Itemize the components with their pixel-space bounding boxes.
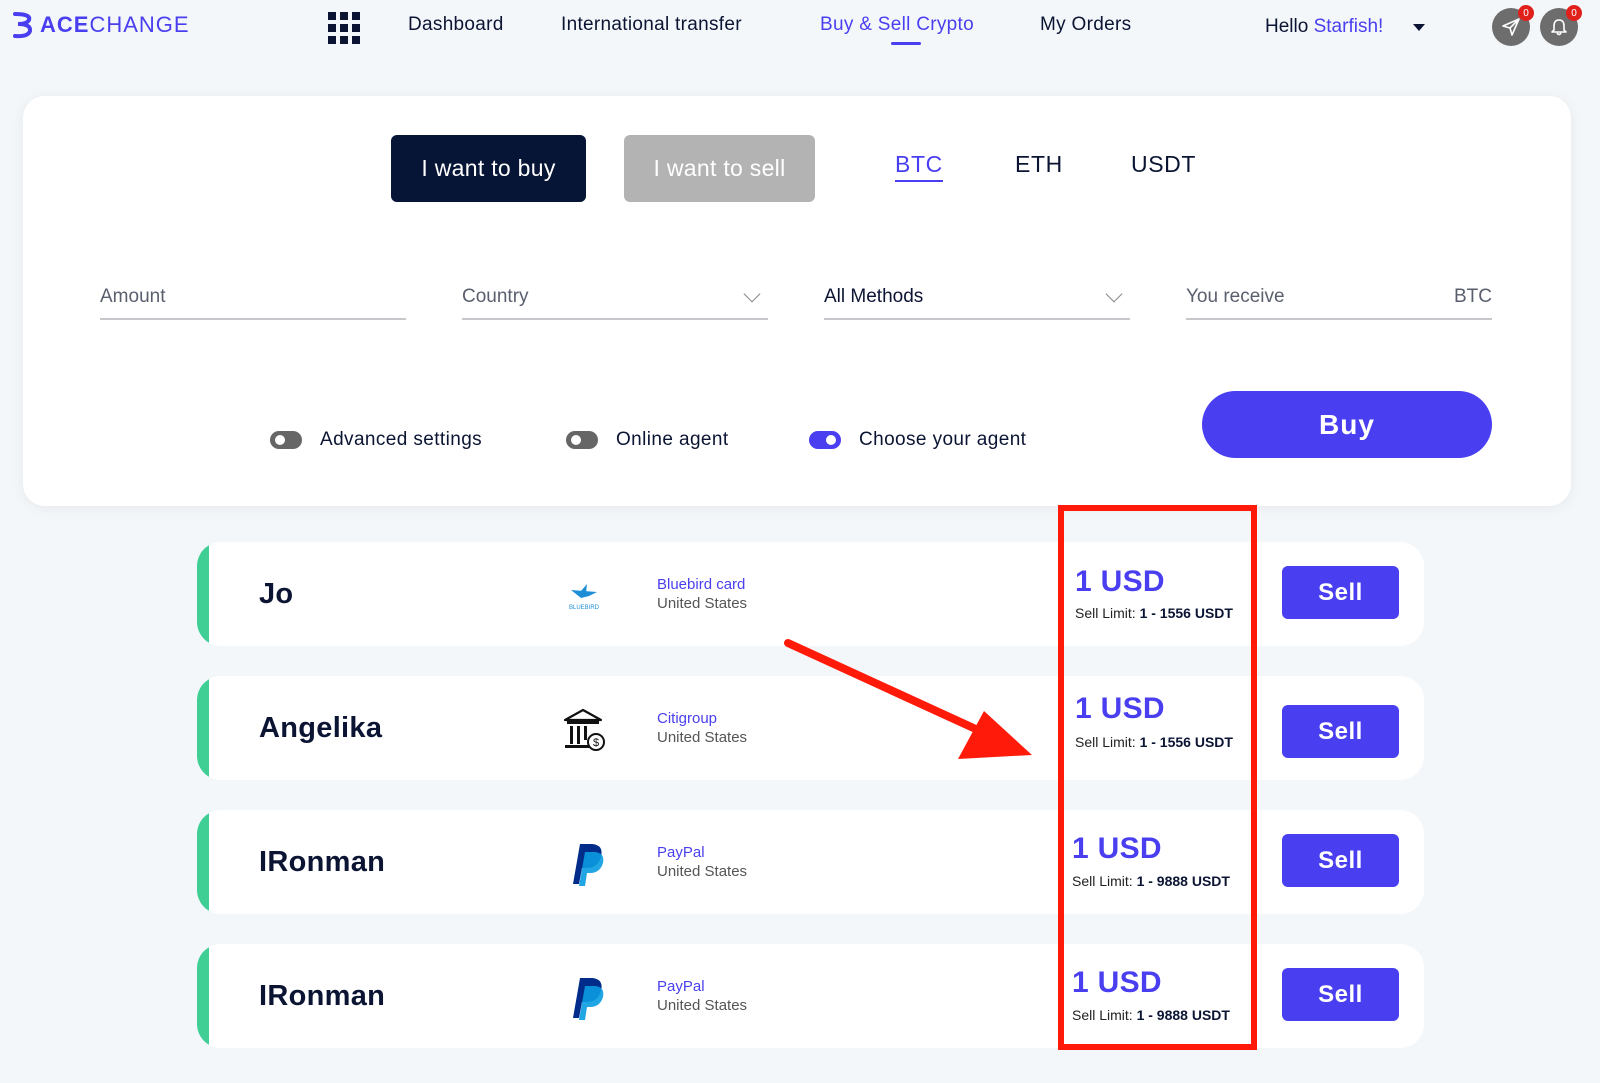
top-nav: ACECHANGE Dashboard International transf… bbox=[0, 0, 1600, 56]
paypal-icon bbox=[573, 978, 604, 1020]
chevron-down-icon[interactable] bbox=[1413, 24, 1425, 31]
messages-button[interactable]: 0 bbox=[1492, 5, 1534, 46]
receive-field: BTC bbox=[1186, 282, 1492, 320]
chevron-down-icon bbox=[1105, 285, 1123, 303]
brand-logo[interactable]: ACECHANGE bbox=[12, 10, 190, 40]
user-name: Starfish! bbox=[1313, 16, 1384, 37]
toggle-switch[interactable] bbox=[270, 431, 302, 449]
payment-method-name[interactable]: Bluebird card bbox=[657, 576, 745, 593]
svg-text:BLUEBIRD: BLUEBIRD bbox=[569, 605, 600, 611]
want-to-sell-button[interactable]: I want to sell bbox=[624, 135, 815, 202]
agent-name[interactable]: IRonman bbox=[259, 810, 385, 914]
toggle-switch[interactable] bbox=[566, 431, 598, 449]
notifications-badge: 0 bbox=[1566, 5, 1582, 21]
payment-method-name[interactable]: PayPal bbox=[657, 978, 705, 995]
choose-agent-toggle[interactable]: Choose your agent bbox=[809, 429, 1026, 451]
method-select[interactable]: All Methods bbox=[824, 282, 1130, 320]
payment-method-name[interactable]: PayPal bbox=[657, 844, 705, 861]
tab-eth[interactable]: ETH bbox=[1015, 151, 1063, 178]
trade-filter-card: I want to buy I want to sell BTC ETH USD… bbox=[23, 96, 1571, 506]
nav-my-orders[interactable]: My Orders bbox=[1040, 14, 1131, 36]
sell-button[interactable]: Sell bbox=[1282, 834, 1399, 887]
bell-icon bbox=[1551, 19, 1567, 36]
sell-button[interactable]: Sell bbox=[1282, 968, 1399, 1021]
paper-plane-icon bbox=[1502, 18, 1520, 36]
amount-input[interactable] bbox=[100, 282, 406, 312]
advanced-settings-toggle[interactable]: Advanced settings bbox=[270, 429, 482, 451]
country-select-value: Country bbox=[462, 286, 529, 307]
want-to-buy-button[interactable]: I want to buy bbox=[391, 135, 586, 202]
payment-method-name[interactable]: Citigroup bbox=[657, 710, 717, 727]
payment-method-country: United States bbox=[657, 729, 748, 746]
agent-name[interactable]: Jo bbox=[259, 542, 293, 646]
svg-text:$: $ bbox=[593, 737, 599, 749]
messages-badge: 0 bbox=[1518, 5, 1534, 21]
agent-name[interactable]: IRonman bbox=[259, 944, 385, 1048]
nav-international-transfer[interactable]: International transfer bbox=[561, 14, 742, 36]
agent-name[interactable]: Angelika bbox=[259, 676, 382, 780]
online-agent-toggle[interactable]: Online agent bbox=[566, 429, 729, 451]
toggle-label: Advanced settings bbox=[320, 429, 483, 450]
amount-field bbox=[100, 282, 406, 320]
toggle-label: Choose your agent bbox=[859, 429, 1027, 450]
bank-icon: $ bbox=[563, 708, 605, 751]
brand-name: ACECHANGE bbox=[40, 12, 190, 37]
toggle-switch[interactable] bbox=[809, 431, 841, 449]
user-greeting[interactable]: Hello Starfish! bbox=[1265, 16, 1383, 38]
country-select[interactable]: Country bbox=[462, 282, 768, 320]
receive-unit: BTC bbox=[1454, 286, 1492, 307]
chevron-down-icon bbox=[743, 285, 761, 303]
tab-usdt[interactable]: USDT bbox=[1131, 151, 1196, 178]
payment-method-country: United States bbox=[657, 997, 748, 1014]
payment-method-country: United States bbox=[657, 595, 748, 612]
buy-button[interactable]: Buy bbox=[1202, 391, 1492, 458]
paypal-icon bbox=[573, 844, 604, 886]
tab-btc[interactable]: BTC bbox=[895, 151, 943, 182]
price-column-highlight bbox=[1058, 505, 1257, 1050]
receive-input[interactable] bbox=[1186, 282, 1492, 312]
method-select-value: All Methods bbox=[824, 286, 924, 307]
sell-button[interactable]: Sell bbox=[1282, 705, 1399, 758]
toggle-label: Online agent bbox=[616, 429, 729, 450]
brand-logo-icon bbox=[13, 12, 33, 39]
payment-method-country: United States bbox=[657, 863, 748, 880]
sell-button[interactable]: Sell bbox=[1282, 566, 1399, 619]
apps-grid-icon[interactable] bbox=[328, 12, 360, 44]
nav-buy-sell-crypto[interactable]: Buy & Sell Crypto bbox=[820, 14, 974, 36]
nav-active-indicator bbox=[891, 42, 921, 45]
nav-dashboard[interactable]: Dashboard bbox=[408, 14, 504, 36]
red-arrow-annotation bbox=[784, 639, 1032, 759]
bluebird-logo-icon: BLUEBIRD bbox=[569, 584, 600, 611]
notifications-button[interactable]: 0 bbox=[1540, 5, 1582, 46]
